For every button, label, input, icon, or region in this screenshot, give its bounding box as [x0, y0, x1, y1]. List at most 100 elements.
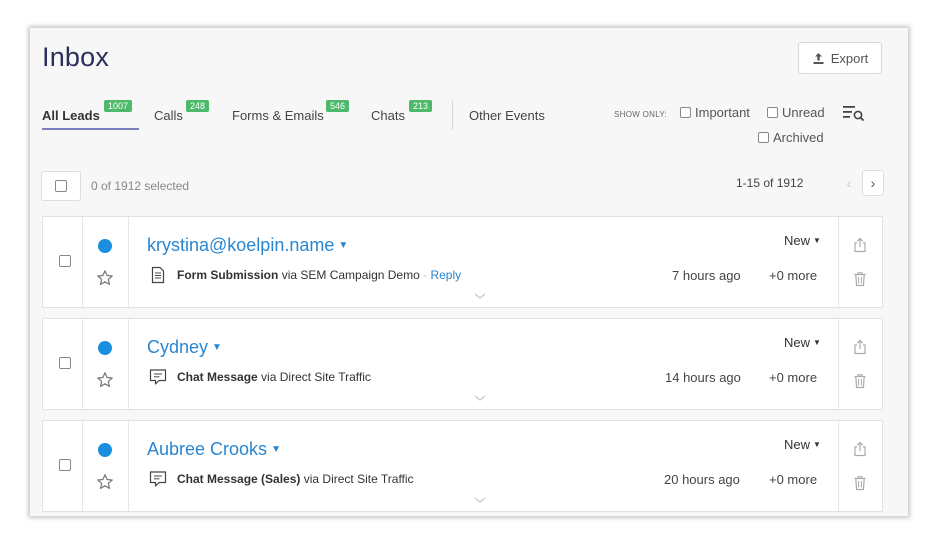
- filter-search-icon[interactable]: [842, 104, 866, 124]
- status-dropdown[interactable]: New ▼: [784, 335, 821, 350]
- star-icon[interactable]: [96, 473, 114, 491]
- tab-all-leads[interactable]: All Leads 1007: [42, 100, 142, 134]
- unread-dot: [98, 239, 112, 253]
- tab-label: All Leads: [42, 108, 100, 123]
- reply-link[interactable]: Reply: [430, 268, 461, 282]
- next-page-button[interactable]: ›: [862, 170, 884, 196]
- chevron-down-icon[interactable]: [473, 495, 487, 505]
- column-divider: [128, 319, 129, 409]
- tab-label: Chats: [371, 108, 405, 123]
- page-title: Inbox: [42, 42, 110, 72]
- count-badge: 248: [186, 100, 210, 112]
- caret-down-icon: ▼: [338, 240, 349, 251]
- trash-icon[interactable]: [852, 475, 868, 491]
- lead-summary: Chat Message (Sales) via Direct Site Tra…: [177, 472, 414, 486]
- tab-label: Calls: [154, 108, 183, 123]
- chevron-down-icon[interactable]: [473, 393, 487, 403]
- tab-forms-emails[interactable]: Forms & Emails 546: [232, 100, 357, 134]
- chevron-right-icon: ›: [870, 175, 876, 191]
- tab-chats[interactable]: Chats 213: [371, 100, 437, 134]
- column-divider: [82, 319, 83, 409]
- archived-checkbox[interactable]: [758, 132, 769, 143]
- lead-time: 20 hours ago: [664, 472, 740, 487]
- column-divider: [128, 421, 129, 511]
- count-badge: 213: [409, 100, 433, 112]
- lead-row[interactable]: krystina@koelpin.name ▼ Form Submission v…: [42, 216, 883, 308]
- count-badge: 1007: [104, 100, 133, 112]
- chat-icon: [149, 471, 167, 487]
- share-icon[interactable]: [852, 441, 868, 457]
- lead-name: krystina@koelpin.name: [147, 235, 335, 255]
- share-icon[interactable]: [852, 237, 868, 253]
- chat-icon: [149, 369, 167, 385]
- count-badge: 546: [326, 100, 350, 112]
- pagination-range: 1-15 of 1912: [736, 176, 804, 190]
- tab-other-events[interactable]: Other Events: [469, 100, 559, 134]
- inbox-window: Inbox Export All Leads 1007 Calls 248 Fo…: [30, 28, 908, 516]
- caret-down-icon: ▼: [813, 338, 821, 347]
- event-type: Chat Message: [177, 370, 258, 384]
- more-activities[interactable]: +0 more: [769, 472, 817, 487]
- selection-count: 0 of 1912 selected: [91, 179, 190, 193]
- row-checkbox[interactable]: [59, 255, 71, 267]
- unread-dot: [98, 443, 112, 457]
- separator: ·: [423, 268, 428, 282]
- trash-icon[interactable]: [852, 271, 868, 287]
- upload-icon: [813, 52, 824, 64]
- share-icon[interactable]: [852, 339, 868, 355]
- unread-filter[interactable]: Unread: [767, 105, 825, 120]
- column-divider: [838, 421, 839, 511]
- lead-row[interactable]: Cydney ▼ Chat Message via Direct Site Tra…: [42, 318, 883, 410]
- lead-name-link[interactable]: Cydney ▼: [147, 337, 222, 358]
- archived-filter[interactable]: Archived: [758, 130, 824, 145]
- lead-name-link[interactable]: krystina@koelpin.name ▼: [147, 235, 348, 256]
- select-all-checkbox[interactable]: [55, 180, 67, 192]
- event-type: Form Submission: [177, 268, 279, 282]
- prev-page-button[interactable]: ‹: [838, 170, 860, 196]
- status-value: New: [784, 437, 811, 452]
- unread-dot: [98, 341, 112, 355]
- status-value: New: [784, 233, 811, 248]
- caret-down-icon: ▼: [813, 236, 821, 245]
- source-name: Direct Site Traffic: [322, 472, 414, 486]
- status-dropdown[interactable]: New ▼: [784, 437, 821, 452]
- row-checkbox[interactable]: [59, 459, 71, 471]
- important-label: Important: [695, 105, 750, 120]
- unread-label: Unread: [782, 105, 825, 120]
- form-icon: [151, 266, 165, 284]
- status-dropdown[interactable]: New ▼: [784, 233, 821, 248]
- caret-down-icon: ▼: [212, 342, 222, 353]
- unread-checkbox[interactable]: [767, 107, 778, 118]
- tab-label: Forms & Emails: [232, 108, 324, 123]
- star-icon[interactable]: [96, 269, 114, 287]
- more-activities[interactable]: +0 more: [769, 268, 817, 283]
- column-divider: [82, 421, 83, 511]
- important-filter[interactable]: Important: [680, 105, 750, 120]
- active-tab-indicator: [42, 128, 139, 130]
- chevron-down-icon[interactable]: [473, 291, 487, 301]
- trash-icon[interactable]: [852, 373, 868, 389]
- tab-label: Other Events: [469, 108, 545, 123]
- source-name: Direct Site Traffic: [279, 370, 371, 384]
- star-icon[interactable]: [96, 371, 114, 389]
- lead-summary: Form Submission via SEM Campaign Demo · …: [177, 268, 461, 282]
- lead-name-link[interactable]: Aubree Crooks ▼: [147, 439, 281, 460]
- export-label: Export: [830, 50, 869, 66]
- lead-summary: Chat Message via Direct Site Traffic: [177, 370, 371, 384]
- tab-calls[interactable]: Calls 248: [154, 100, 216, 134]
- source-name: SEM Campaign Demo: [300, 268, 420, 282]
- status-value: New: [784, 335, 811, 350]
- select-all-control[interactable]: [41, 171, 81, 201]
- row-checkbox[interactable]: [59, 357, 71, 369]
- more-activities[interactable]: +0 more: [769, 370, 817, 385]
- source-prefix: via: [281, 268, 298, 282]
- caret-down-icon: ▼: [813, 440, 821, 449]
- lead-row[interactable]: Aubree Crooks ▼ Chat Message (Sales) via …: [42, 420, 883, 512]
- lead-name: Cydney: [147, 337, 209, 357]
- export-button[interactable]: Export: [798, 42, 882, 74]
- show-only-label: SHOW ONLY:: [614, 110, 668, 119]
- lead-name: Aubree Crooks: [147, 439, 268, 459]
- chevron-left-icon: ‹: [846, 175, 852, 191]
- important-checkbox[interactable]: [680, 107, 691, 118]
- column-divider: [128, 217, 129, 307]
